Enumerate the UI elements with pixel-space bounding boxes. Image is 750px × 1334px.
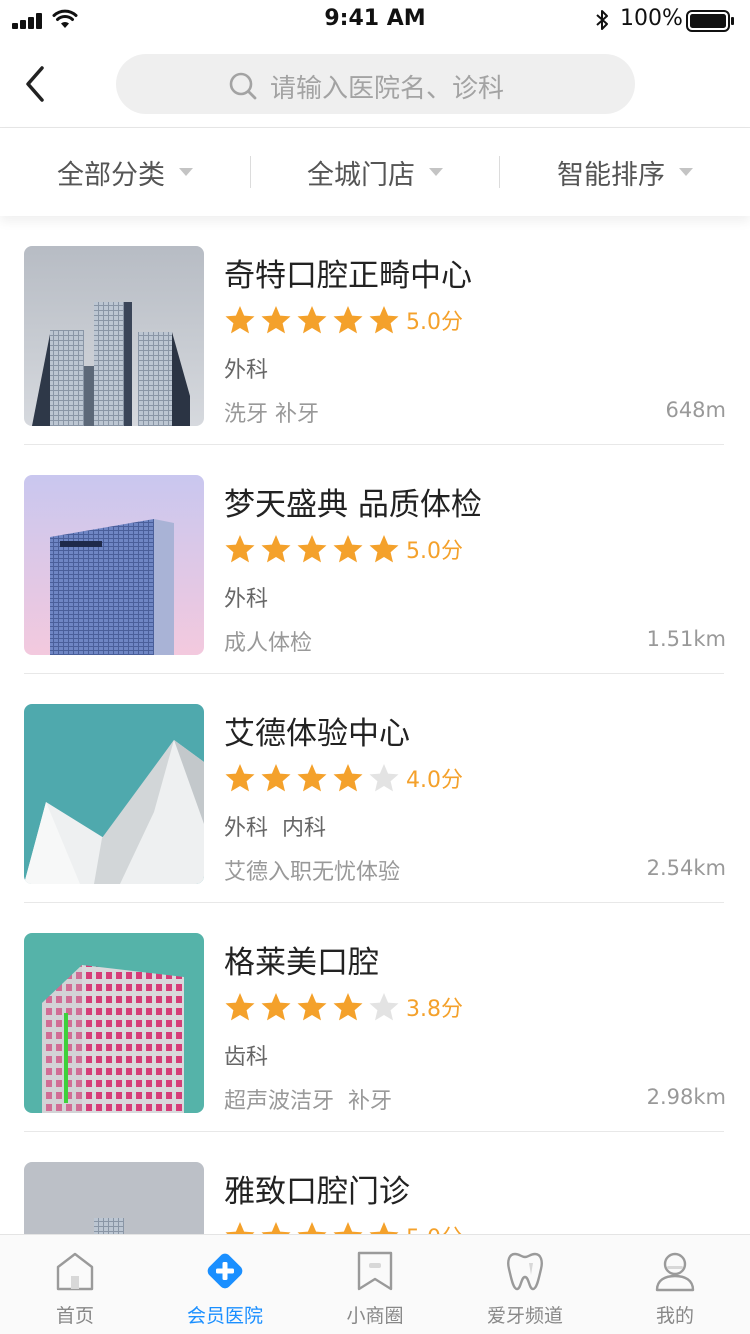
bookmark-icon <box>357 1251 393 1291</box>
clinic-name: 奇特口腔正畸中心 <box>224 258 472 294</box>
clinic-photo <box>24 704 204 884</box>
star-filled-icon <box>261 993 291 1021</box>
filter-category-dropdown[interactable]: 全部分类 <box>0 128 250 216</box>
star-filled-icon <box>297 306 327 334</box>
rating-stars: 5.0分 <box>224 533 463 565</box>
star-filled-icon <box>369 535 399 563</box>
search-icon <box>229 72 257 100</box>
tab-home[interactable]: 首页 <box>0 1235 150 1334</box>
clinic-name: 梦天盛典 品质体检 <box>224 487 482 523</box>
home-icon <box>56 1252 94 1291</box>
clinic-card[interactable]: 奇特口腔正畸中心 5.0分 外科 洗牙 补牙 648m <box>0 216 750 445</box>
caret-down-icon <box>679 168 693 176</box>
clinic-distance: 648m <box>665 398 726 422</box>
profile-icon <box>655 1252 695 1292</box>
battery-icon <box>686 10 734 32</box>
bluetooth-icon <box>596 10 608 30</box>
filter-label: 全部分类 <box>57 159 165 191</box>
filter-area-dropdown[interactable]: 全城门店 <box>250 128 500 216</box>
rating-score: 5.0分 <box>406 310 463 335</box>
tab-label: 小商圈 <box>346 1305 404 1327</box>
caret-down-icon <box>429 168 443 176</box>
star-filled-icon <box>297 764 327 792</box>
star-filled-icon <box>297 993 327 1021</box>
star-filled-icon <box>225 1222 255 1234</box>
star-filled-icon <box>333 993 363 1021</box>
star-filled-icon <box>333 306 363 334</box>
clinic-services: 洗牙 补牙 <box>224 402 319 427</box>
tab-label: 我的 <box>655 1305 694 1327</box>
star-filled-icon <box>333 1222 363 1234</box>
rating-stars: 5.0分 <box>224 1220 463 1234</box>
clinic-services: 成人体检 <box>224 631 313 656</box>
clinic-services: 艾德入职无忧体验 <box>224 860 401 885</box>
rating-score: 5.0分 <box>406 539 463 564</box>
star-filled-icon <box>261 535 291 563</box>
status-bar: 9:41 AM 100% <box>0 0 750 40</box>
clinic-photo <box>24 246 204 426</box>
clinic-photo <box>24 475 204 655</box>
rating-score: 3.8分 <box>406 997 463 1022</box>
tab-label: 会员医院 <box>186 1305 263 1327</box>
star-filled-icon <box>225 535 255 563</box>
navigation-bar: 请输入医院名、诊科 <box>0 40 750 128</box>
clinic-services: 超声波洁牙 补牙 <box>224 1089 392 1114</box>
star-filled-icon <box>261 764 291 792</box>
clinic-card[interactable]: 雅致口腔门诊 5.0分 <box>0 1132 750 1234</box>
clinic-name: 雅致口腔门诊 <box>224 1174 410 1210</box>
tab-label: 爱牙频道 <box>486 1305 563 1327</box>
star-filled-icon <box>225 993 255 1021</box>
clinic-department: 外科 内科 <box>224 816 326 841</box>
clinic-name: 格莱美口腔 <box>224 945 379 981</box>
filter-sort-dropdown[interactable]: 智能排序 <box>500 128 750 216</box>
rating-stars: 4.0分 <box>224 762 463 794</box>
filter-label: 全城门店 <box>307 159 415 191</box>
clinic-card[interactable]: 格莱美口腔 3.8分 齿科 超声波洁牙 补牙 2.98km <box>0 903 750 1132</box>
tab-label: 首页 <box>55 1305 94 1327</box>
star-empty-icon <box>369 764 399 792</box>
tab-business-circle[interactable]: 小商圈 <box>300 1235 450 1334</box>
caret-down-icon <box>179 168 193 176</box>
page: 9:41 AM 100% 请输入医院名、诊科 全部分类 全城门店 智能排序 奇特… <box>0 0 750 1334</box>
back-arrow-icon[interactable] <box>20 62 50 106</box>
search-bar[interactable]: 请输入医院名、诊科 <box>116 54 635 114</box>
clinic-card[interactable]: 艾德体验中心 4.0分 外科 内科 艾德入职无忧体验 2.54km <box>0 674 750 903</box>
star-filled-icon <box>333 764 363 792</box>
filter-bar: 全部分类 全城门店 智能排序 <box>0 128 750 216</box>
star-filled-icon <box>369 1222 399 1234</box>
rating-score: 5.0分 <box>406 1220 463 1234</box>
star-filled-icon <box>333 535 363 563</box>
star-filled-icon <box>261 306 291 334</box>
star-filled-icon <box>225 764 255 792</box>
tab-profile[interactable]: 我的 <box>600 1235 750 1334</box>
clinic-photo <box>24 1162 204 1234</box>
tab-member-hospital[interactable]: 会员医院 <box>150 1235 300 1334</box>
clinic-distance: 2.98km <box>646 1085 726 1109</box>
star-filled-icon <box>261 1222 291 1234</box>
rating-score: 4.0分 <box>406 768 463 793</box>
star-filled-icon <box>369 306 399 334</box>
tab-bar: 首页 会员医院 小商圈 爱牙频道 我的 <box>0 1234 750 1334</box>
star-filled-icon <box>297 1222 327 1234</box>
star-filled-icon <box>297 535 327 563</box>
clinic-card[interactable]: 梦天盛典 品质体检 5.0分 外科 成人体检 1.51km <box>0 445 750 674</box>
clinic-photo <box>24 933 204 1113</box>
star-empty-icon <box>369 993 399 1021</box>
clinic-distance: 1.51km <box>646 627 726 651</box>
clinic-department: 外科 <box>224 587 269 612</box>
rating-stars: 3.8分 <box>224 991 463 1023</box>
star-filled-icon <box>225 306 255 334</box>
clinic-list: 奇特口腔正畸中心 5.0分 外科 洗牙 补牙 648m 梦天盛典 品质体检 5.… <box>0 216 750 1234</box>
battery-percentage: 100% <box>620 6 683 31</box>
search-placeholder: 请输入医院名、诊科 <box>270 74 505 104</box>
clinic-department: 外科 <box>224 358 269 383</box>
clinic-name: 艾德体验中心 <box>224 716 410 752</box>
filter-label: 智能排序 <box>557 159 665 191</box>
tab-dental-channel[interactable]: 爱牙频道 <box>450 1235 600 1334</box>
tooth-icon <box>507 1252 543 1291</box>
hospital-cross-icon <box>207 1253 243 1289</box>
rating-stars: 5.0分 <box>224 304 463 336</box>
clinic-distance: 2.54km <box>646 856 726 880</box>
clinic-department: 齿科 <box>224 1045 269 1070</box>
